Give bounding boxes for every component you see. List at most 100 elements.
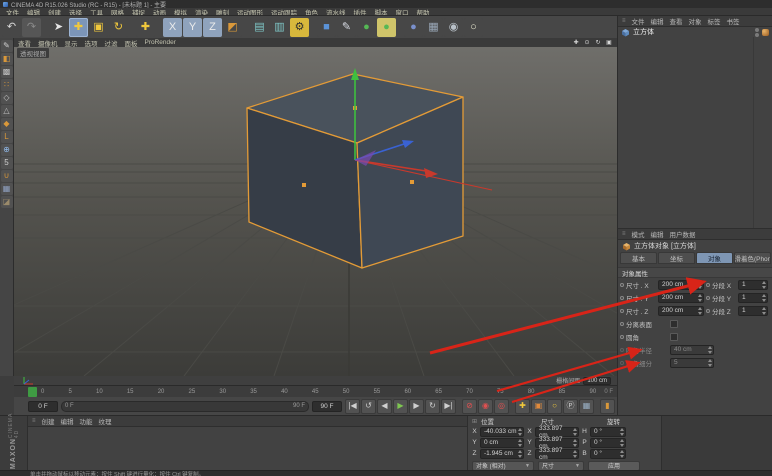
render-settings-icon[interactable]: ⚙ bbox=[290, 18, 309, 37]
panel-icon[interactable]: ≡ bbox=[32, 418, 36, 424]
toolbar-icon[interactable] bbox=[129, 18, 135, 37]
record-scale-button[interactable]: ▣ bbox=[531, 399, 546, 414]
point-mode-icon[interactable]: ∷ bbox=[1, 79, 13, 91]
menu-item[interactable]: 雕刻 bbox=[216, 8, 229, 16]
menu-item[interactable]: 捕捉 bbox=[132, 8, 145, 16]
play-reverse-button[interactable]: ↺ bbox=[361, 399, 376, 414]
viewport-snap-icon[interactable]: ⊕ bbox=[1, 144, 13, 156]
transport-button[interactable] bbox=[510, 399, 514, 414]
goto-end-button[interactable]: ▶| bbox=[441, 399, 456, 414]
object-name-label[interactable]: 立方体 bbox=[633, 27, 654, 37]
view-label[interactable]: 透视视图 bbox=[17, 48, 49, 58]
attribute-tab[interactable]: 平滑着色(Phong) bbox=[734, 252, 771, 264]
live-selection-icon[interactable]: ➤ bbox=[49, 18, 68, 37]
toolbar-icon[interactable] bbox=[42, 18, 48, 37]
om-menu-item[interactable]: 查看 bbox=[670, 16, 683, 26]
anim-dot[interactable] bbox=[706, 309, 710, 313]
magnet-snap-icon[interactable]: ∪ bbox=[1, 170, 13, 182]
segments-field[interactable]: 1 bbox=[738, 280, 768, 290]
anim-dot[interactable] bbox=[706, 283, 710, 287]
om-menu-item[interactable]: 书签 bbox=[727, 16, 740, 26]
move-tool-icon[interactable]: ✚ bbox=[69, 18, 88, 37]
anim-dot[interactable] bbox=[620, 296, 624, 300]
zoom-view-icon[interactable]: ⊙ bbox=[583, 39, 591, 46]
rotate-tool-icon[interactable]: ↻ bbox=[109, 18, 128, 37]
quantize-icon[interactable]: 5 bbox=[1, 157, 13, 169]
toolbar-icon[interactable] bbox=[397, 18, 403, 37]
enable-axis-icon[interactable]: L bbox=[1, 131, 13, 143]
rotate-view-icon[interactable]: ↻ bbox=[594, 39, 602, 46]
attribute-tab[interactable]: 坐标 bbox=[658, 252, 695, 264]
om-menu-item[interactable]: 文件 bbox=[632, 16, 645, 26]
goto-start-button[interactable]: |◀ bbox=[345, 399, 360, 414]
viewport-menu-item[interactable]: 面板 bbox=[125, 38, 138, 48]
y-axis-lock-icon[interactable]: Y bbox=[183, 18, 202, 37]
mat-menu-item[interactable]: 纹理 bbox=[99, 416, 112, 426]
lock-workplane-icon[interactable]: ◪ bbox=[1, 196, 13, 208]
next-frame-button[interactable]: ▶ bbox=[409, 399, 424, 414]
mat-menu-item[interactable]: 创建 bbox=[42, 416, 55, 426]
toolbar-icon[interactable] bbox=[310, 18, 316, 37]
keyframe-selection-button[interactable]: ◎ bbox=[494, 399, 509, 414]
visibility-dots[interactable] bbox=[755, 28, 759, 37]
subdivision-surface-icon[interactable]: ● bbox=[357, 18, 376, 37]
x-axis-lock-icon[interactable]: X bbox=[163, 18, 182, 37]
scale-tool-icon[interactable]: ▣ bbox=[89, 18, 108, 37]
undo-icon[interactable]: ↶ bbox=[2, 18, 21, 37]
size-field[interactable]: 333.897 cm bbox=[535, 449, 579, 459]
viewport-menu-item[interactable]: ProRender bbox=[145, 39, 176, 46]
anim-dot[interactable] bbox=[620, 283, 624, 287]
menu-item[interactable]: 文件 bbox=[6, 8, 19, 16]
display-filter-button[interactable]: ▮ bbox=[600, 399, 615, 414]
checkbox[interactable] bbox=[670, 333, 678, 341]
object-tree-area[interactable] bbox=[618, 37, 772, 229]
timeline-ruler[interactable]: 051015202530354045505560657075808590 0 F bbox=[14, 385, 617, 397]
panel-icon[interactable]: ≡ bbox=[622, 231, 626, 237]
light-icon[interactable]: ○ bbox=[464, 18, 483, 37]
spline-pen-icon[interactable]: ✎ bbox=[337, 18, 356, 37]
timeline-playhead[interactable] bbox=[28, 387, 37, 397]
record-objects-button[interactable]: ⊘ bbox=[462, 399, 477, 414]
attribute-tab[interactable]: 基本 bbox=[620, 252, 657, 264]
am-menu-item[interactable]: 编辑 bbox=[651, 229, 664, 239]
menu-item[interactable]: 创建 bbox=[48, 8, 61, 16]
anim-dot[interactable] bbox=[620, 309, 624, 313]
transform-mode-dropdown[interactable]: 对象 (相对)▼ bbox=[472, 461, 534, 471]
rotation-field[interactable]: 0 ° bbox=[590, 449, 626, 459]
om-menu-item[interactable]: 编辑 bbox=[651, 16, 664, 26]
menu-item[interactable]: 运动跟踪 bbox=[271, 8, 297, 16]
rotation-field[interactable]: 0 ° bbox=[590, 438, 626, 448]
anim-dot[interactable] bbox=[620, 335, 624, 339]
polygon-mode-icon[interactable]: △ bbox=[1, 105, 13, 117]
pan-view-icon[interactable]: ✚ bbox=[572, 39, 580, 46]
camera-icon[interactable]: ◉ bbox=[444, 18, 463, 37]
autokey-button[interactable]: ◉ bbox=[478, 399, 493, 414]
size-field[interactable]: 200 cm bbox=[658, 280, 704, 290]
om-menu-item[interactable]: 标签 bbox=[708, 16, 721, 26]
mat-menu-item[interactable]: 编辑 bbox=[61, 416, 74, 426]
viewport-menu-item[interactable]: 查看 bbox=[18, 38, 31, 48]
viewport-menu-item[interactable]: 显示 bbox=[65, 38, 78, 48]
loop-button[interactable]: ↻ bbox=[425, 399, 440, 414]
record-pla-button[interactable]: ▦ bbox=[579, 399, 594, 414]
segments-field[interactable]: 1 bbox=[738, 306, 768, 316]
material-manager[interactable]: ≡ 创建 编辑 功能 纹理 bbox=[28, 416, 468, 471]
primitive-cube-icon[interactable]: ■ bbox=[317, 18, 336, 37]
current-frame-field[interactable]: 0 F bbox=[28, 401, 58, 412]
record-parameter-button[interactable]: Ⓟ bbox=[563, 399, 578, 414]
rotation-field[interactable]: 0 ° bbox=[590, 427, 626, 437]
am-menu-item[interactable]: 用户数据 bbox=[670, 229, 696, 239]
workplane-icon[interactable]: ▦ bbox=[1, 183, 13, 195]
menu-item[interactable]: 选择 bbox=[69, 8, 82, 16]
z-axis-lock-icon[interactable]: Z bbox=[203, 18, 222, 37]
menu-item[interactable]: 插件 bbox=[354, 8, 367, 16]
toggle-view-icon[interactable]: ▣ bbox=[605, 39, 613, 46]
redo-icon[interactable]: ↷ bbox=[22, 18, 41, 37]
record-rotation-button[interactable]: ○ bbox=[547, 399, 562, 414]
am-menu-item[interactable]: 模式 bbox=[632, 229, 645, 239]
menu-item[interactable]: 脚本 bbox=[375, 8, 388, 16]
viewport[interactable]: 查看 摄像机 显示 选项 过滤 面板 ProRender ✚⊙↻▣ 透视视图 bbox=[14, 38, 617, 376]
last-tool-icon[interactable]: ✚ bbox=[136, 18, 155, 37]
om-menu-item[interactable]: 对象 bbox=[689, 16, 702, 26]
size-mode-dropdown[interactable]: 尺寸▼ bbox=[538, 461, 584, 471]
